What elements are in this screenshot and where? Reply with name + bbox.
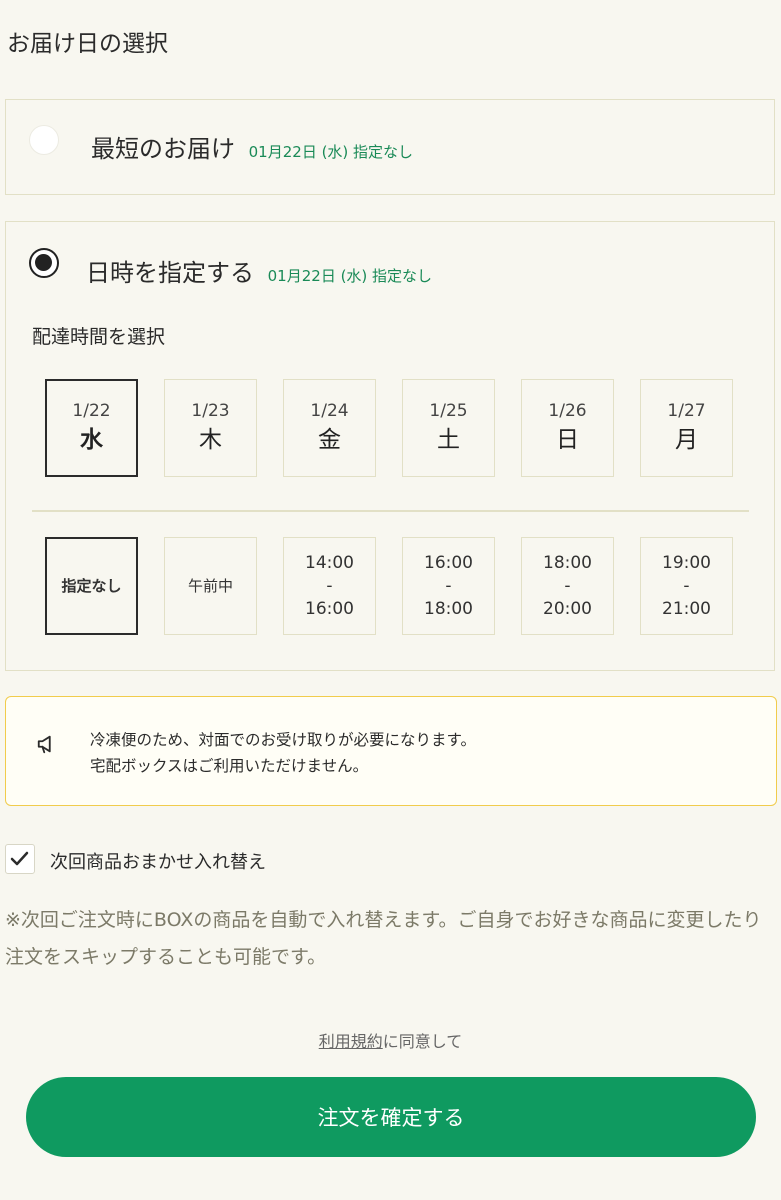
weekday-text: 木 <box>199 427 222 454</box>
date-slot[interactable]: 1/27 月 <box>640 379 733 477</box>
time-slot[interactable]: 指定なし <box>45 537 138 635</box>
page-title: お届け日の選択 <box>7 31 168 57</box>
time-text: - <box>445 575 452 596</box>
date-text: 1/25 <box>429 401 468 421</box>
weekday-text: 月 <box>675 427 698 454</box>
option-fastest-label: 最短のお届け <box>91 135 235 163</box>
time-text: 18:00 <box>543 552 592 573</box>
time-text: 14:00 <box>305 552 354 573</box>
time-text: 18:00 <box>424 598 473 619</box>
date-text: 1/27 <box>667 401 706 421</box>
delivery-option-fastest[interactable]: 最短のお届け 01月22日 (水) 指定なし <box>5 99 775 195</box>
time-slot[interactable]: 午前中 <box>164 537 257 635</box>
date-slot[interactable]: 1/26 日 <box>521 379 614 477</box>
radio-specify[interactable] <box>29 248 59 278</box>
option-specify-sub: 01月22日 (水) 指定なし <box>267 267 433 285</box>
weekday-text: 水 <box>80 427 103 454</box>
frozen-delivery-notice: 冷凍便のため、対面でのお受け取りが必要になります。 宅配ボックスはご利用いただけ… <box>5 696 777 806</box>
radio-fastest[interactable] <box>29 125 59 155</box>
time-text: - <box>326 575 333 596</box>
option-fastest-sub: 01月22日 (水) 指定なし <box>248 143 414 161</box>
weekday-text: 金 <box>318 427 341 454</box>
date-text: 1/23 <box>191 401 230 421</box>
date-text: 1/26 <box>548 401 587 421</box>
delivery-time-label: 配達時間を選択 <box>32 326 166 348</box>
time-text: - <box>683 575 690 596</box>
weekday-text: 日 <box>556 427 579 454</box>
date-text: 1/22 <box>72 401 111 421</box>
auto-swap-checkbox[interactable] <box>5 844 35 874</box>
megaphone-icon <box>37 735 51 754</box>
time-text: 20:00 <box>543 598 592 619</box>
time-text: 21:00 <box>662 598 711 619</box>
date-slot[interactable]: 1/22 水 <box>45 379 138 477</box>
time-slot[interactable]: 14:00 - 16:00 <box>283 537 376 635</box>
auto-swap-label[interactable]: 次回商品おまかせ入れ替え <box>50 848 266 874</box>
time-text: 指定なし <box>61 576 122 595</box>
confirm-order-button[interactable]: 注文を確定する <box>26 1077 756 1157</box>
time-text: - <box>564 575 571 596</box>
divider <box>32 510 749 512</box>
notice-line-1: 冷凍便のため、対面でのお受け取りが必要になります。 <box>90 731 476 749</box>
terms-agreement: 利用規約に同意して <box>0 1028 781 1052</box>
weekday-text: 土 <box>437 427 460 454</box>
date-slot[interactable]: 1/24 金 <box>283 379 376 477</box>
terms-suffix: に同意して <box>382 1032 463 1051</box>
terms-link[interactable]: 利用規約 <box>319 1032 383 1051</box>
check-icon <box>10 851 29 866</box>
date-slot[interactable]: 1/23 木 <box>164 379 257 477</box>
time-text: 16:00 <box>424 552 473 573</box>
notice-line-2: 宅配ボックスはご利用いただけません。 <box>90 757 369 775</box>
time-slot[interactable]: 16:00 - 18:00 <box>402 537 495 635</box>
date-text: 1/24 <box>310 401 349 421</box>
time-text: 午前中 <box>187 576 233 595</box>
time-text: 19:00 <box>662 552 711 573</box>
time-text: 16:00 <box>305 598 354 619</box>
option-specify-label: 日時を指定する <box>86 259 254 287</box>
auto-swap-note: ※次回ご注文時にBOXの商品を自動で入れ替えます。ご自身でお好きな商品に変更した… <box>5 909 762 968</box>
date-slot[interactable]: 1/25 土 <box>402 379 495 477</box>
time-slot[interactable]: 18:00 - 20:00 <box>521 537 614 635</box>
time-slot[interactable]: 19:00 - 21:00 <box>640 537 733 635</box>
